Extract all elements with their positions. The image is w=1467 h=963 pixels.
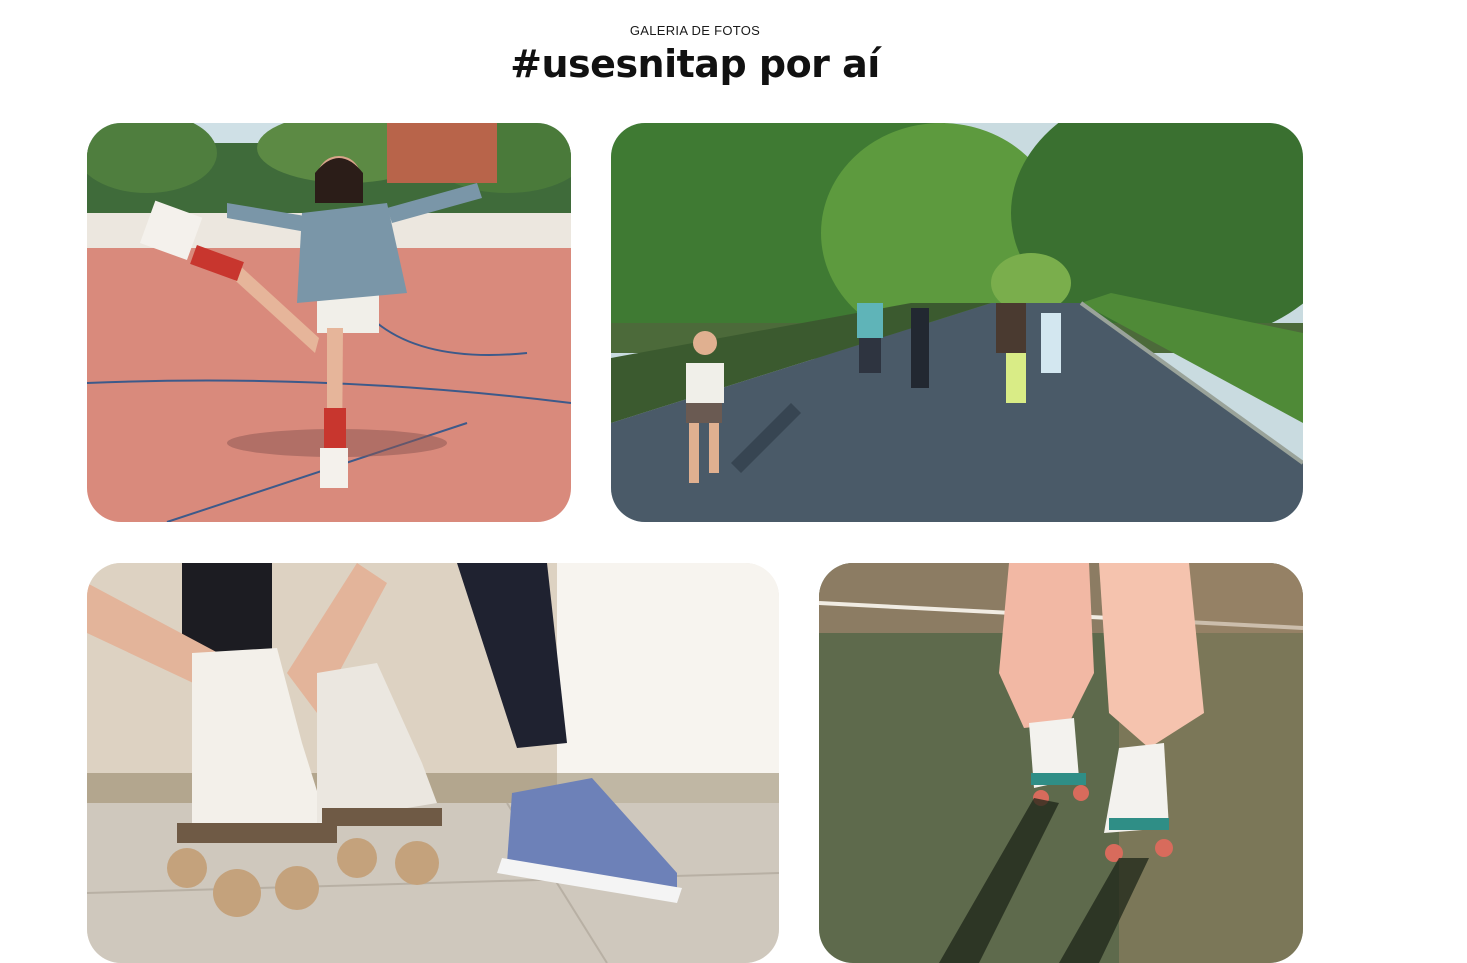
section-title: #usesnitap por aí (510, 42, 880, 86)
photo-tying-laces-image (87, 563, 779, 963)
gallery-photo-tying-laces[interactable] (87, 563, 779, 963)
gallery-photo-pink-pants-skates[interactable] (819, 563, 1303, 963)
photo-skater-court-image (87, 123, 571, 522)
photo-pink-pants-skates-image (819, 563, 1303, 963)
photo-park-road-image (611, 123, 1303, 522)
gallery-photo-park-road[interactable] (611, 123, 1303, 522)
gallery-photo-skater-court[interactable] (87, 123, 571, 522)
section-eyebrow: GALERIA DE FOTOS (629, 23, 761, 38)
